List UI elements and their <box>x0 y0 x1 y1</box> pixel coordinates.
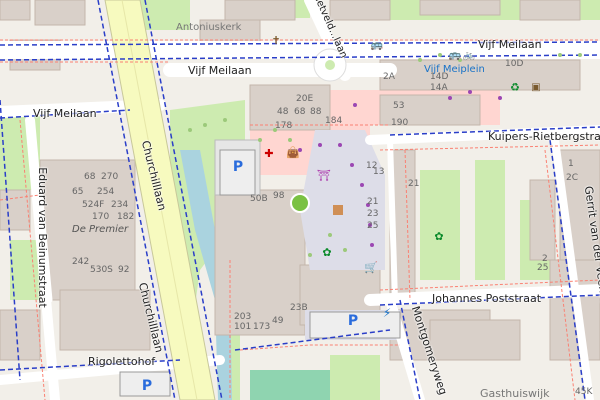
house-number: 184 <box>325 116 343 126</box>
house-number: 254 <box>97 187 115 197</box>
house-number: 25 <box>367 221 379 231</box>
house-number: 23B <box>290 303 308 313</box>
bus-stop-icon[interactable]: 🚌 <box>370 38 384 52</box>
house-number: 68 <box>294 107 306 117</box>
house-number: 178 <box>275 121 293 131</box>
house-number: 524F <box>82 200 105 210</box>
shop-icon[interactable]: 👜 <box>286 145 300 159</box>
recycling-icon[interactable]: ♻ <box>508 80 522 94</box>
street-label-vijf-meilaan-left: Vijf Meilaan <box>33 107 97 120</box>
house-number: 98 <box>273 191 285 201</box>
house-number: 173 <box>253 322 271 332</box>
house-number: 88 <box>310 107 322 117</box>
house-number: 2C <box>566 173 579 183</box>
street-label-eduard: Eduard van Beinumstraat <box>35 167 49 308</box>
house-number: 13 <box>373 167 385 177</box>
tree-icon: ✿ <box>322 245 332 259</box>
shop-icon[interactable]: 🛒 <box>364 260 378 274</box>
house-number: 14D <box>430 72 449 82</box>
shop-icon[interactable] <box>333 205 343 215</box>
house-number: 92 <box>118 265 130 275</box>
street-label-vijf-meilaan-top: Vijf Meilaan <box>478 38 542 51</box>
parking-icon[interactable]: P <box>138 377 156 395</box>
tree-icon: ✿ <box>434 229 444 243</box>
place-label-gasthuiswijk: Gasthuiswijk <box>480 387 550 400</box>
house-number: 68 <box>84 172 96 182</box>
house-number: 45K <box>575 387 593 397</box>
house-number: 242 <box>72 257 90 267</box>
place-label-antoniuskerk: Antoniuskerk <box>176 22 242 33</box>
street-label-vijf-meilaan-mid: Vijf Meilaan <box>188 64 252 77</box>
street-label-johannes: Johannes Poststraat <box>432 292 542 305</box>
place-label-de-premier: De Premier <box>72 224 129 235</box>
bicycle-parking-icon[interactable]: 🚲 <box>462 48 476 62</box>
parking-icon[interactable]: P <box>229 158 247 176</box>
street-label-rigoletto: Rigolettohof <box>88 355 156 368</box>
house-number: 53 <box>393 101 405 111</box>
house-number: 48 <box>277 107 289 117</box>
fountain-icon[interactable] <box>293 196 307 210</box>
house-number: 101 <box>234 322 252 332</box>
house-number: 21 <box>367 197 379 207</box>
bus-stop-icon[interactable]: 🚌 <box>448 48 462 62</box>
house-number: 203 <box>234 312 252 322</box>
house-number: 23 <box>367 209 379 219</box>
house-number: 65 <box>72 187 84 197</box>
house-number: 234 <box>111 200 129 210</box>
house-number: 170 <box>92 212 110 222</box>
shop-icon[interactable]: ▣ <box>528 80 544 94</box>
playground-icon[interactable]: ⛩ <box>316 168 332 182</box>
ev-charging-icon[interactable]: ⚡ <box>380 306 394 320</box>
parking-icon[interactable]: P <box>344 312 362 330</box>
street-label-kuipers: Kuipers-Rietbergstraat <box>488 130 600 143</box>
house-number: 1 <box>568 159 574 169</box>
pharmacy-icon[interactable]: ✚ <box>262 146 276 160</box>
map-canvas[interactable]: Vijf Meilaan Vijf Meilaan Vijf Meilaan C… <box>0 0 600 400</box>
house-number: 49 <box>272 316 284 326</box>
house-number: 21 <box>408 179 420 189</box>
house-number: 2A <box>383 72 395 82</box>
house-number: 530S <box>90 265 113 275</box>
house-number: 50B <box>250 194 268 204</box>
house-number: 10D <box>505 59 524 69</box>
house-number: 190 <box>391 118 409 128</box>
house-number: 14A <box>430 83 448 93</box>
house-number: 270 <box>101 172 119 182</box>
church-icon[interactable]: ✝ <box>268 32 284 48</box>
house-number: 182 <box>117 212 135 222</box>
house-number: 20E <box>296 94 314 104</box>
house-number: 25 <box>537 263 549 273</box>
